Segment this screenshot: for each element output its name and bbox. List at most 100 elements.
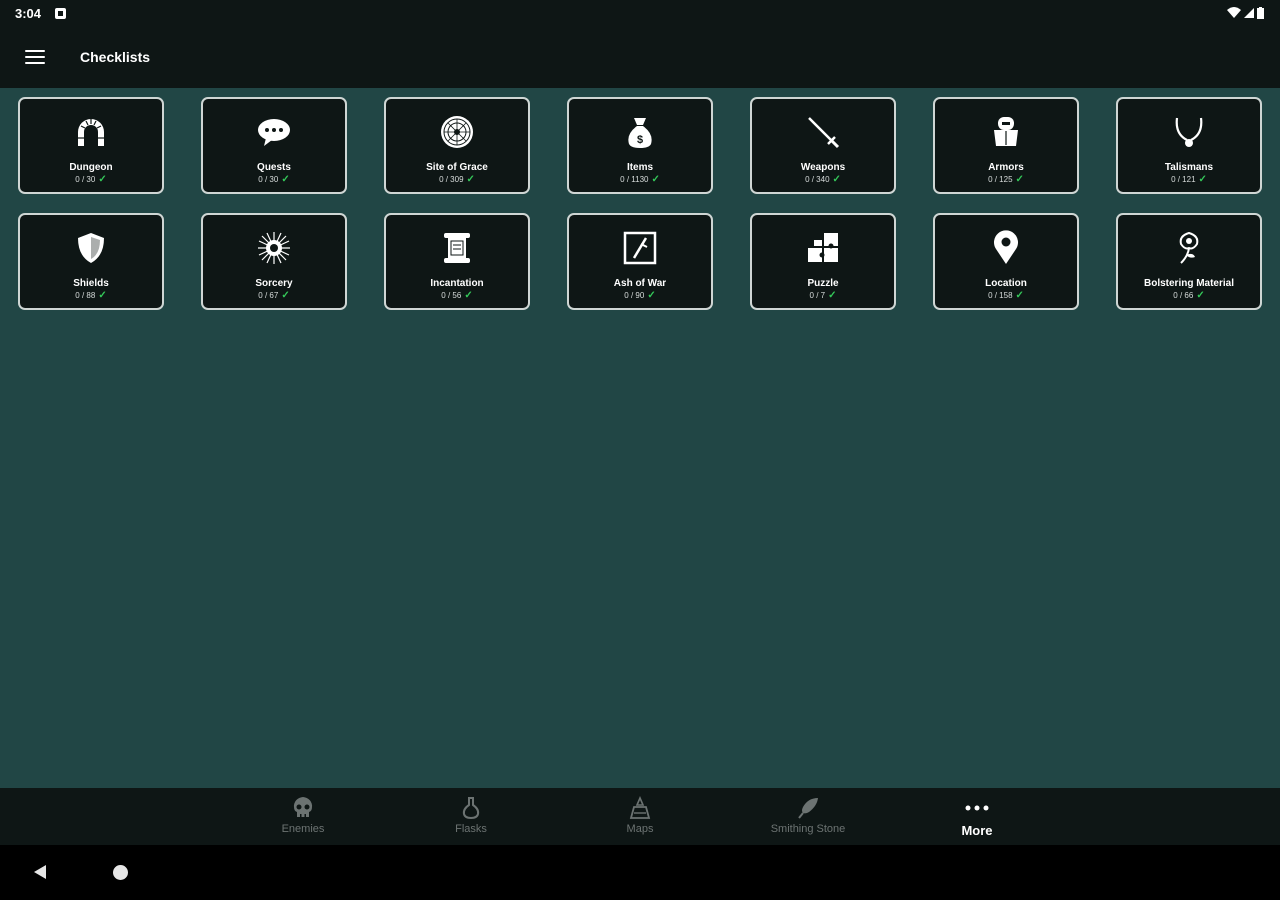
status-time: 3:04 xyxy=(15,5,42,21)
map-icon xyxy=(627,795,653,821)
notification-icon xyxy=(55,7,67,19)
tile-count: 0 / 158 ✓ xyxy=(988,290,1024,301)
status-bar: 3:04 xyxy=(0,0,1280,26)
page-title: Checklists xyxy=(80,49,151,65)
nav-maps[interactable]: Maps xyxy=(580,795,700,835)
nav-smithing-stone[interactable]: Smithing Stone xyxy=(748,795,868,835)
flask-icon xyxy=(458,795,484,821)
nav-enemies[interactable]: Enemies xyxy=(243,795,363,835)
nav-more[interactable]: More xyxy=(917,795,1037,838)
archway-icon xyxy=(71,112,111,152)
armor-icon xyxy=(986,112,1026,152)
tile-incantation[interactable]: Incantation 0 / 56 ✓ xyxy=(384,213,530,310)
tile-sorcery[interactable]: Sorcery 0 / 67 ✓ xyxy=(201,213,347,310)
tile-count: 0 / 125 ✓ xyxy=(988,174,1024,185)
bottom-nav: Enemies Flasks Maps Smithing Stone More xyxy=(0,788,1280,845)
tile-count: 0 / 90 ✓ xyxy=(624,290,656,301)
check-icon: ✓ xyxy=(281,290,290,301)
tile-puzzle[interactable]: Puzzle 0 / 7 ✓ xyxy=(750,213,896,310)
tile-label: Puzzle xyxy=(807,278,839,289)
smithing-stone-icon xyxy=(795,795,821,821)
sorcery-burst-icon xyxy=(254,228,294,268)
signal-icon xyxy=(1244,8,1254,18)
check-icon: ✓ xyxy=(1196,290,1205,301)
tile-label: Bolstering Material xyxy=(1143,278,1235,289)
tile-location[interactable]: Location 0 / 158 ✓ xyxy=(933,213,1079,310)
tile-count: 0 / 340 ✓ xyxy=(805,174,841,185)
check-icon: ✓ xyxy=(281,174,290,185)
check-icon: ✓ xyxy=(98,290,107,301)
check-icon: ✓ xyxy=(828,290,837,301)
ash-of-war-icon xyxy=(620,228,660,268)
check-icon: ✓ xyxy=(651,174,660,185)
necklace-icon xyxy=(1169,112,1209,152)
puzzle-icon xyxy=(803,228,843,268)
nav-label: Smithing Stone xyxy=(770,823,846,835)
sword-icon xyxy=(803,112,843,152)
tile-talismans[interactable]: Talismans 0 / 121 ✓ xyxy=(1116,97,1262,194)
tile-count: 0 / 309 ✓ xyxy=(439,174,475,185)
tile-count: 0 / 1130 ✓ xyxy=(620,174,660,185)
nav-label: Enemies xyxy=(281,823,325,835)
tile-label: Armors xyxy=(988,162,1024,173)
checklist-grid: Dungeon 0 / 30 ✓ Quests 0 / 30 ✓ Site of G… xyxy=(18,97,1262,310)
tile-bolstering-material[interactable]: Bolstering Material 0 / 66 ✓ xyxy=(1116,213,1262,310)
check-icon: ✓ xyxy=(98,174,107,185)
tile-label: Weapons xyxy=(800,162,846,173)
tile-count: 0 / 30 ✓ xyxy=(75,174,107,185)
tile-count: 0 / 121 ✓ xyxy=(1171,174,1207,185)
tile-site-of-grace[interactable]: Site of Grace 0 / 309 ✓ xyxy=(384,97,530,194)
tile-weapons[interactable]: Weapons 0 / 340 ✓ xyxy=(750,97,896,194)
wifi-icon xyxy=(1227,7,1241,18)
tile-count: 0 / 67 ✓ xyxy=(258,290,290,301)
tile-label: Dungeon xyxy=(69,162,113,173)
nav-label: Flasks xyxy=(455,823,487,835)
tile-label: Site of Grace xyxy=(426,162,488,173)
grace-circle-icon xyxy=(437,112,477,152)
check-icon: ✓ xyxy=(466,174,475,185)
nav-flasks[interactable]: Flasks xyxy=(411,795,531,835)
home-icon[interactable] xyxy=(113,865,128,880)
tile-label: Talismans xyxy=(1164,162,1214,173)
shield-icon xyxy=(71,228,111,268)
nav-label: More xyxy=(961,823,993,838)
menu-button[interactable] xyxy=(25,47,49,67)
scroll-icon xyxy=(437,228,477,268)
check-icon: ✓ xyxy=(464,290,473,301)
check-icon: ✓ xyxy=(647,290,656,301)
system-nav-bar xyxy=(0,845,1280,900)
tile-label: Location xyxy=(985,278,1027,289)
flower-icon xyxy=(1169,228,1209,268)
tile-label: Shields xyxy=(73,278,109,289)
tile-count: 0 / 66 ✓ xyxy=(1173,290,1205,301)
tile-shields[interactable]: Shields 0 / 88 ✓ xyxy=(18,213,164,310)
check-icon: ✓ xyxy=(1015,174,1024,185)
tile-items[interactable]: $ Items 0 / 1130 ✓ xyxy=(567,97,713,194)
svg-text:$: $ xyxy=(637,134,643,146)
check-icon: ✓ xyxy=(1015,290,1024,301)
check-icon: ✓ xyxy=(1198,174,1207,185)
speech-bubble-icon xyxy=(254,112,294,152)
tile-label: Ash of War xyxy=(613,278,667,289)
tile-label: Items xyxy=(626,162,654,173)
tile-armors[interactable]: Armors 0 / 125 ✓ xyxy=(933,97,1079,194)
tile-label: Incantation xyxy=(430,278,484,289)
map-pin-icon xyxy=(986,228,1026,268)
check-icon: ✓ xyxy=(832,174,841,185)
tile-count: 0 / 88 ✓ xyxy=(75,290,107,301)
tile-count: 0 / 7 ✓ xyxy=(809,290,837,301)
more-dots-icon xyxy=(964,795,990,821)
tile-count: 0 / 56 ✓ xyxy=(441,290,473,301)
status-icons xyxy=(1227,7,1264,19)
tile-count: 0 / 30 ✓ xyxy=(258,174,290,185)
battery-icon xyxy=(1257,7,1264,19)
tile-ash-of-war[interactable]: Ash of War 0 / 90 ✓ xyxy=(567,213,713,310)
tile-quests[interactable]: Quests 0 / 30 ✓ xyxy=(201,97,347,194)
tile-label: Sorcery xyxy=(255,278,293,289)
checklist-content: Dungeon 0 / 30 ✓ Quests 0 / 30 ✓ Site of G… xyxy=(0,88,1280,788)
nav-label: Maps xyxy=(626,823,654,835)
back-icon[interactable] xyxy=(32,864,48,885)
money-bag-icon: $ xyxy=(620,112,660,152)
skull-icon xyxy=(290,795,316,821)
tile-dungeon[interactable]: Dungeon 0 / 30 ✓ xyxy=(18,97,164,194)
